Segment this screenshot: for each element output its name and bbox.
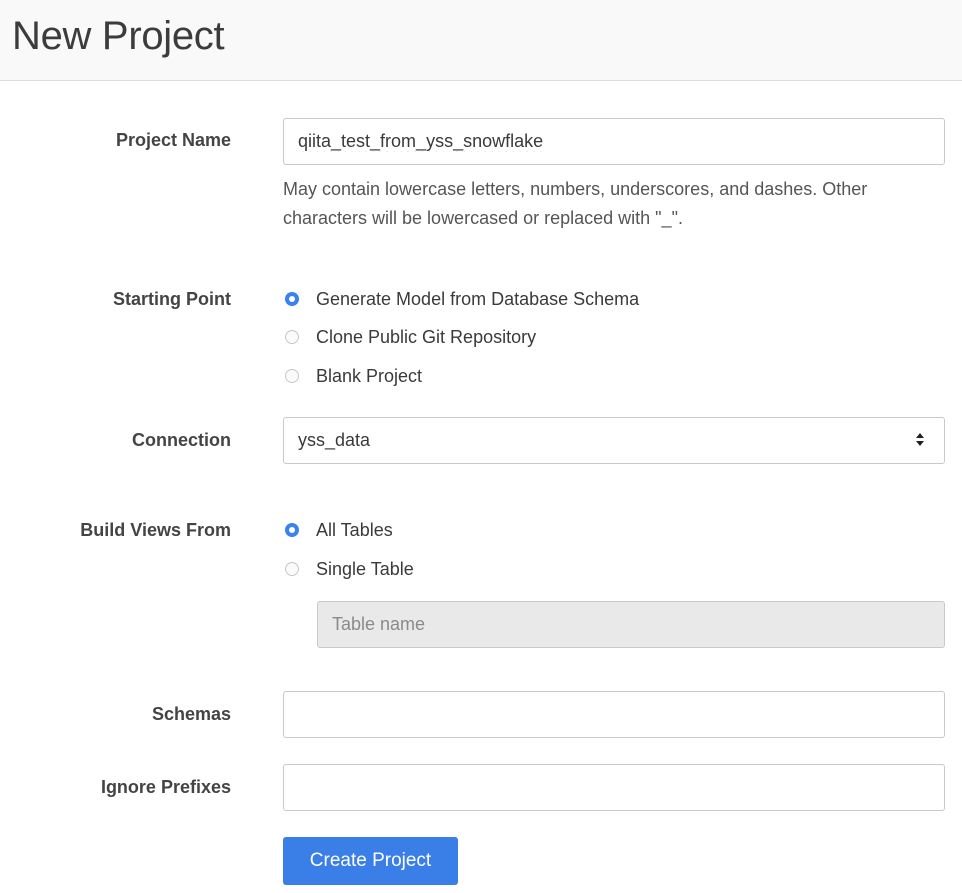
radio-unchecked-icon[interactable]	[285, 562, 299, 576]
project-name-label: Project Name	[115, 130, 231, 150]
project-name-input[interactable]	[283, 118, 945, 165]
radio-all-tables[interactable]: All Tables	[283, 518, 393, 542]
connection-select[interactable]: yss_data	[283, 417, 945, 464]
radio-blank-project[interactable]: Blank Project	[283, 364, 422, 388]
ignore-prefixes-label: Ignore Prefixes	[100, 777, 231, 797]
radio-label: Generate Model from Database Schema	[316, 288, 640, 309]
radio-checked-icon[interactable]	[285, 523, 299, 537]
connection-label: Connection	[132, 430, 231, 450]
create-project-button[interactable]: Create Project	[283, 837, 458, 885]
radio-single-table[interactable]: Single Table	[283, 557, 414, 581]
radio-label: All Tables	[316, 519, 393, 540]
starting-point-label: Starting Point	[113, 289, 231, 309]
connection-selected-value: yss_data	[298, 430, 371, 450]
radio-label: Single Table	[316, 558, 414, 579]
radio-unchecked-icon[interactable]	[285, 330, 299, 344]
radio-unchecked-icon[interactable]	[285, 369, 299, 383]
table-name-input	[317, 601, 945, 648]
radio-clone-git[interactable]: Clone Public Git Repository	[283, 325, 536, 349]
page-title: New Project	[12, 14, 225, 58]
ignore-prefixes-input[interactable]	[283, 764, 945, 811]
radio-label: Blank Project	[316, 365, 423, 386]
schemas-label: Schemas	[151, 704, 231, 724]
select-arrows-icon	[916, 433, 924, 447]
radio-checked-icon[interactable]	[285, 292, 299, 306]
schemas-input[interactable]	[283, 691, 945, 738]
radio-label: Clone Public Git Repository	[316, 326, 537, 347]
build-views-from-label: Build Views From	[80, 520, 231, 540]
radio-generate-model[interactable]: Generate Model from Database Schema	[283, 287, 639, 311]
project-name-help-text: May contain lowercase letters, numbers, …	[283, 179, 868, 228]
page-header: New Project	[0, 0, 962, 81]
